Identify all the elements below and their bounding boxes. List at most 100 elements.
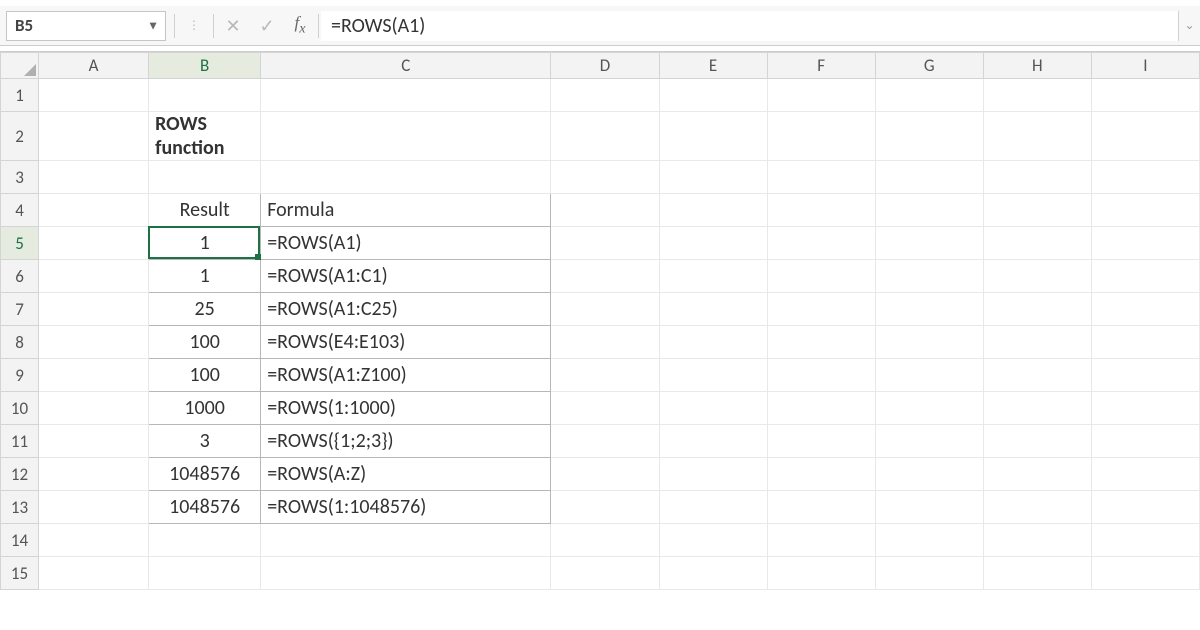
cell-G14[interactable] <box>875 524 983 557</box>
row-header-2[interactable]: 2 <box>1 112 39 161</box>
select-all-triangle[interactable] <box>1 53 39 79</box>
cell-F9[interactable] <box>767 359 875 392</box>
cell-E6[interactable] <box>659 260 767 293</box>
cell-A2[interactable] <box>39 112 149 161</box>
cell-E7[interactable] <box>659 293 767 326</box>
name-box[interactable]: B5 ▼ <box>6 11 166 41</box>
cell-B7[interactable]: 25 <box>149 293 261 326</box>
cell-D6[interactable] <box>551 260 659 293</box>
cell-F13[interactable] <box>767 491 875 524</box>
cell-C2[interactable] <box>261 112 551 161</box>
cell-G12[interactable] <box>875 458 983 491</box>
cell-E13[interactable] <box>659 491 767 524</box>
row-header-15[interactable]: 15 <box>1 557 39 590</box>
cell-G2[interactable] <box>875 112 983 161</box>
cell-H2[interactable] <box>983 112 1091 161</box>
row-header-13[interactable]: 13 <box>1 491 39 524</box>
cell-C14[interactable] <box>261 524 551 557</box>
expand-formula-bar-button[interactable]: ⌄ <box>1178 11 1200 41</box>
cell-H6[interactable] <box>983 260 1091 293</box>
cell-F4[interactable] <box>767 194 875 227</box>
cell-A5[interactable] <box>39 227 149 260</box>
cell-C15[interactable] <box>261 557 551 590</box>
row-header-12[interactable]: 12 <box>1 458 39 491</box>
cell-C3[interactable] <box>261 161 551 194</box>
cell-E8[interactable] <box>659 326 767 359</box>
cell-E3[interactable] <box>659 161 767 194</box>
formula-input[interactable]: =ROWS(A1) <box>321 11 1178 41</box>
cell-E12[interactable] <box>659 458 767 491</box>
cell-E4[interactable] <box>659 194 767 227</box>
cell-F8[interactable] <box>767 326 875 359</box>
cell-H5[interactable] <box>983 227 1091 260</box>
cell-I8[interactable] <box>1091 326 1199 359</box>
cell-G8[interactable] <box>875 326 983 359</box>
cell-B4[interactable]: Result <box>149 194 261 227</box>
cell-D5[interactable] <box>551 227 659 260</box>
cell-C8[interactable]: =ROWS(E4:E103) <box>261 326 551 359</box>
cell-B6[interactable]: 1 <box>149 260 261 293</box>
column-header-H[interactable]: H <box>983 53 1091 79</box>
cell-H15[interactable] <box>983 557 1091 590</box>
cell-A9[interactable] <box>39 359 149 392</box>
cell-I5[interactable] <box>1091 227 1199 260</box>
cell-D8[interactable] <box>551 326 659 359</box>
cell-C7[interactable]: =ROWS(A1:C25) <box>261 293 551 326</box>
cell-B15[interactable] <box>149 557 261 590</box>
cell-C5[interactable]: =ROWS(A1) <box>261 227 551 260</box>
cell-H3[interactable] <box>983 161 1091 194</box>
cell-I11[interactable] <box>1091 425 1199 458</box>
cell-C12[interactable]: =ROWS(A:Z) <box>261 458 551 491</box>
cell-D9[interactable] <box>551 359 659 392</box>
cell-A4[interactable] <box>39 194 149 227</box>
cell-D15[interactable] <box>551 557 659 590</box>
column-header-A[interactable]: A <box>39 53 149 79</box>
cell-I2[interactable] <box>1091 112 1199 161</box>
cell-D13[interactable] <box>551 491 659 524</box>
cell-G7[interactable] <box>875 293 983 326</box>
cell-F5[interactable] <box>767 227 875 260</box>
cell-D14[interactable] <box>551 524 659 557</box>
cell-B1[interactable] <box>149 79 261 112</box>
row-header-6[interactable]: 6 <box>1 260 39 293</box>
cell-A14[interactable] <box>39 524 149 557</box>
cell-B9[interactable]: 100 <box>149 359 261 392</box>
cell-H10[interactable] <box>983 392 1091 425</box>
row-header-7[interactable]: 7 <box>1 293 39 326</box>
cell-A3[interactable] <box>39 161 149 194</box>
cell-F15[interactable] <box>767 557 875 590</box>
cell-C4[interactable]: Formula <box>261 194 551 227</box>
cell-B3[interactable] <box>149 161 261 194</box>
cell-B11[interactable]: 3 <box>149 425 261 458</box>
cell-D1[interactable] <box>551 79 659 112</box>
cell-F10[interactable] <box>767 392 875 425</box>
cell-A10[interactable] <box>39 392 149 425</box>
column-header-I[interactable]: I <box>1091 53 1199 79</box>
insert-function-button[interactable]: fx <box>284 13 316 37</box>
cell-H11[interactable] <box>983 425 1091 458</box>
cell-I4[interactable] <box>1091 194 1199 227</box>
cell-C10[interactable]: =ROWS(1:1000) <box>261 392 551 425</box>
cell-H12[interactable] <box>983 458 1091 491</box>
cell-I15[interactable] <box>1091 557 1199 590</box>
cell-G3[interactable] <box>875 161 983 194</box>
cell-G1[interactable] <box>875 79 983 112</box>
cell-B5[interactable]: 1 <box>149 227 261 260</box>
row-header-1[interactable]: 1 <box>1 79 39 112</box>
column-header-E[interactable]: E <box>659 53 767 79</box>
cell-A12[interactable] <box>39 458 149 491</box>
cell-C13[interactable]: =ROWS(1:1048576) <box>261 491 551 524</box>
cell-H4[interactable] <box>983 194 1091 227</box>
cell-B13[interactable]: 1048576 <box>149 491 261 524</box>
column-header-G[interactable]: G <box>875 53 983 79</box>
cell-C1[interactable] <box>261 79 551 112</box>
cell-I3[interactable] <box>1091 161 1199 194</box>
cell-H7[interactable] <box>983 293 1091 326</box>
cell-C11[interactable]: =ROWS({1;2;3}) <box>261 425 551 458</box>
cell-A13[interactable] <box>39 491 149 524</box>
cell-E15[interactable] <box>659 557 767 590</box>
cell-E11[interactable] <box>659 425 767 458</box>
cell-A15[interactable] <box>39 557 149 590</box>
cell-B14[interactable] <box>149 524 261 557</box>
row-header-8[interactable]: 8 <box>1 326 39 359</box>
